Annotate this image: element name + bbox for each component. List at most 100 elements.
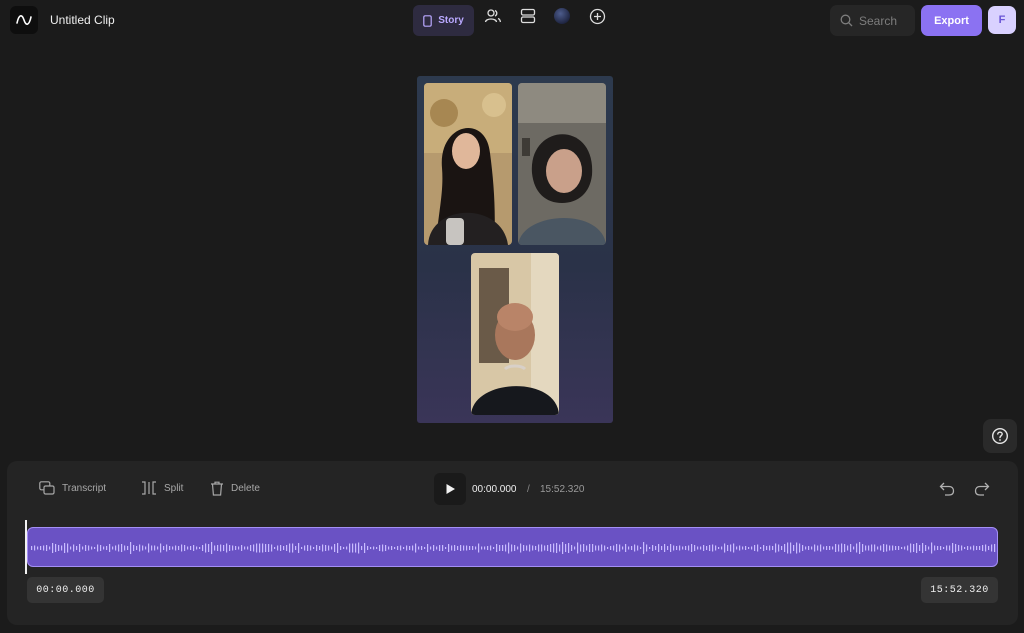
speaker-tile-3[interactable] — [471, 253, 559, 415]
tab-story[interactable]: Story — [413, 5, 474, 36]
waveform-bar — [439, 545, 441, 551]
waveform-bar — [883, 544, 885, 552]
waveform-bar — [529, 544, 531, 552]
waveform-bar — [949, 545, 951, 551]
logo[interactable] — [10, 6, 38, 34]
waveform-bar — [565, 544, 567, 552]
waveform-bar — [157, 546, 159, 550]
waveform-bar — [115, 545, 117, 551]
redo-button[interactable] — [973, 480, 991, 498]
waveform-bar — [130, 542, 132, 554]
waveform-bar — [322, 544, 324, 552]
waveform-bar — [715, 545, 717, 551]
waveform-bar — [331, 546, 333, 550]
waveform-bar — [670, 544, 672, 552]
waveform-bar — [754, 545, 756, 551]
waveform-bar — [598, 545, 600, 551]
waveform-bar — [919, 545, 921, 551]
waveform-bar — [745, 546, 747, 550]
video-canvas[interactable] — [417, 76, 613, 423]
waveform-bar — [475, 546, 477, 550]
waveform-bar — [613, 545, 615, 551]
add-circle-icon — [589, 8, 605, 24]
waveform-bar — [67, 543, 69, 553]
waveform-bar — [667, 546, 669, 550]
waveform-bar — [946, 545, 948, 551]
waveform-bar — [379, 545, 381, 551]
background-button[interactable] — [552, 6, 572, 26]
waveform-bar — [979, 546, 981, 550]
tab-story-label: Story — [438, 15, 464, 26]
waveform-bar — [694, 545, 696, 551]
waveform-bar — [820, 544, 822, 552]
delete-button[interactable]: Delete — [210, 481, 260, 496]
waveform-bar — [406, 545, 408, 551]
waveform-bar — [484, 546, 486, 550]
waveform-bar — [697, 546, 699, 550]
playhead[interactable] — [25, 520, 27, 574]
waveform-bar — [37, 546, 39, 550]
waveform-bar — [373, 546, 375, 550]
waveform-bar — [400, 545, 402, 551]
waveform-bar — [169, 546, 171, 550]
export-button[interactable]: Export — [921, 5, 982, 36]
waveform-bar — [61, 545, 63, 551]
help-button[interactable] — [983, 419, 1017, 453]
speaker-tile-1[interactable] — [424, 83, 512, 245]
waveform-bar — [751, 546, 753, 550]
waveform-bar — [118, 544, 120, 552]
play-button[interactable] — [434, 473, 466, 505]
waveform-bar — [244, 546, 246, 550]
view-switcher: Story — [413, 5, 474, 36]
waveform-bar — [907, 545, 909, 551]
waveform-bar — [910, 543, 912, 553]
waveform-bar — [703, 545, 705, 551]
waveform-bar — [676, 546, 678, 550]
waveform-bar — [256, 543, 258, 553]
waveform-bar — [250, 545, 252, 551]
waveform-bar — [778, 544, 780, 552]
waveform-bar — [895, 546, 897, 550]
waveform-bar — [472, 546, 474, 550]
waveform-bar — [748, 547, 750, 549]
waveform-bar — [781, 546, 783, 550]
waveform-bar — [505, 544, 507, 552]
waveform-bar — [640, 547, 642, 549]
waveform-bar — [478, 543, 480, 553]
waveform-bar — [100, 545, 102, 551]
waveform-bar — [376, 547, 378, 549]
waveform-bar — [208, 544, 210, 552]
waveform-bar — [850, 544, 852, 552]
waveform-bar — [154, 545, 156, 551]
timeline-panel: Transcript Split Delete 00:00.000 / 15:5… — [7, 461, 1018, 625]
audio-track[interactable] — [27, 527, 998, 567]
waveform-bar — [652, 545, 654, 551]
search-input[interactable]: Search — [830, 5, 915, 36]
layout-icon — [520, 8, 536, 24]
waveform-bar — [673, 545, 675, 551]
waveform-bar — [532, 545, 534, 551]
waveform-bar — [148, 543, 150, 553]
waveform-bar — [814, 544, 816, 552]
clip-title[interactable]: Untitled Clip — [50, 13, 115, 27]
split-button[interactable]: Split — [141, 481, 183, 495]
avatar[interactable]: F — [988, 6, 1016, 34]
undo-button[interactable] — [938, 480, 956, 498]
background-orb-icon — [554, 8, 570, 24]
waveform-bar — [601, 544, 603, 552]
transcript-button[interactable]: Transcript — [39, 481, 106, 495]
undo-icon — [939, 482, 955, 496]
waveform-bar — [826, 546, 828, 550]
waveform-bar — [916, 543, 918, 553]
speakers-button[interactable] — [483, 6, 503, 26]
waveform-bar — [871, 544, 873, 552]
layout-button[interactable] — [518, 6, 538, 26]
waveform-bar — [517, 546, 519, 550]
waveform-bar — [775, 543, 777, 553]
waveform-bar — [52, 543, 54, 553]
waveform-bar — [199, 547, 201, 549]
waveform-bar — [502, 545, 504, 551]
add-element-button[interactable] — [587, 6, 607, 26]
speaker-tile-2[interactable] — [518, 83, 606, 245]
waveform-bar — [931, 542, 933, 554]
